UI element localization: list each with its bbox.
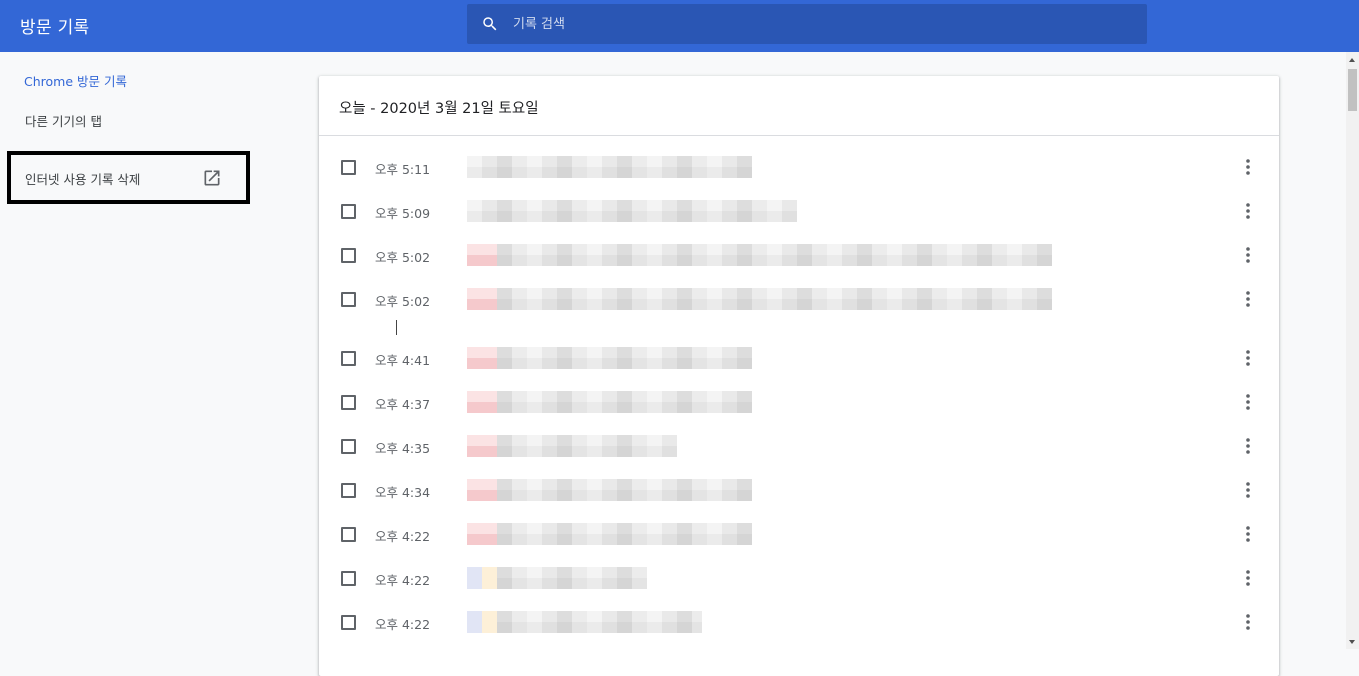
entry-time: 오후 4:22 bbox=[375, 573, 431, 588]
more-vert-icon[interactable] bbox=[1240, 480, 1256, 500]
more-vert-icon[interactable] bbox=[1240, 245, 1256, 265]
entry-time: 오후 4:37 bbox=[375, 397, 431, 412]
entry-title-link[interactable] bbox=[467, 479, 752, 501]
date-header: 오늘 - 2020년 3월 21일 토요일 bbox=[319, 76, 1279, 136]
favicon bbox=[467, 567, 497, 589]
favicon bbox=[467, 523, 497, 545]
favicon bbox=[467, 479, 497, 501]
history-row[interactable]: 오후 4:22 bbox=[319, 600, 1279, 644]
date-title: 오늘 - 2020년 3월 21일 토요일 bbox=[339, 101, 539, 117]
history-row[interactable]: 오후 4:35 bbox=[319, 424, 1279, 468]
entry-time: 오후 5:11 bbox=[375, 162, 431, 177]
entry-checkbox[interactable] bbox=[341, 292, 356, 307]
scroll-thumb[interactable] bbox=[1348, 69, 1357, 111]
more-vert-icon[interactable] bbox=[1240, 612, 1256, 632]
history-row[interactable]: 오후 5:02 bbox=[319, 233, 1279, 277]
history-row[interactable]: 오후 4:34 bbox=[319, 468, 1279, 512]
scrollbar[interactable] bbox=[1346, 52, 1359, 649]
entry-checkbox[interactable] bbox=[341, 571, 356, 586]
entry-title-link[interactable] bbox=[467, 611, 702, 633]
entry-time: 오후 4:22 bbox=[375, 617, 431, 632]
entry-title-link[interactable] bbox=[467, 523, 752, 545]
more-vert-icon[interactable] bbox=[1240, 568, 1256, 588]
toolbar: 방문 기록 bbox=[0, 0, 1359, 52]
entry-time: 오후 4:22 bbox=[375, 529, 431, 544]
entry-title-link[interactable] bbox=[467, 200, 797, 222]
entry-checkbox[interactable] bbox=[341, 395, 356, 410]
history-card: 오늘 - 2020년 3월 21일 토요일 오후 5:11 오후 5:09 오후… bbox=[319, 76, 1279, 676]
entry-time: 오후 4:41 bbox=[375, 353, 431, 368]
entry-checkbox[interactable] bbox=[341, 204, 356, 219]
entry-checkbox[interactable] bbox=[341, 248, 356, 263]
scroll-up-arrow-icon[interactable] bbox=[1349, 58, 1355, 62]
sidebar-item-chrome-history[interactable]: Chrome 방문 기록 bbox=[24, 71, 127, 90]
more-vert-icon[interactable] bbox=[1240, 436, 1256, 456]
clear-browsing-data-link[interactable]: 인터넷 사용 기록 삭제 bbox=[7, 151, 250, 204]
entry-checkbox[interactable] bbox=[341, 527, 356, 542]
history-row[interactable]: 오후 5:02 bbox=[319, 277, 1279, 321]
entry-time: 오후 5:09 bbox=[375, 206, 431, 221]
scroll-down-arrow-icon[interactable] bbox=[1349, 640, 1355, 644]
more-vert-icon[interactable] bbox=[1240, 392, 1256, 412]
history-row[interactable]: 오후 4:41 bbox=[319, 336, 1279, 380]
entry-title-link[interactable] bbox=[467, 391, 752, 413]
entry-time: 오후 5:02 bbox=[375, 294, 431, 309]
favicon bbox=[467, 611, 497, 633]
text-cursor bbox=[396, 320, 397, 335]
history-row[interactable]: 오후 4:22 bbox=[319, 512, 1279, 556]
favicon bbox=[467, 435, 497, 457]
more-vert-icon[interactable] bbox=[1240, 524, 1256, 544]
entry-time: 오후 5:02 bbox=[375, 250, 431, 265]
entry-checkbox[interactable] bbox=[341, 483, 356, 498]
more-vert-icon[interactable] bbox=[1240, 157, 1256, 177]
entry-checkbox[interactable] bbox=[341, 615, 356, 630]
history-row[interactable]: 오후 4:37 bbox=[319, 380, 1279, 424]
entry-title-link[interactable] bbox=[467, 244, 1052, 266]
history-row[interactable]: 오후 4:22 bbox=[319, 556, 1279, 600]
more-vert-icon[interactable] bbox=[1240, 289, 1256, 309]
favicon bbox=[467, 347, 497, 369]
open-in-new-icon bbox=[204, 170, 220, 186]
favicon bbox=[467, 288, 497, 310]
page-title: 방문 기록 bbox=[20, 18, 90, 38]
search-icon[interactable] bbox=[481, 15, 499, 33]
favicon bbox=[467, 244, 497, 266]
entry-time: 오후 4:34 bbox=[375, 485, 431, 500]
entry-time: 오후 4:35 bbox=[375, 441, 431, 456]
search-input[interactable] bbox=[513, 4, 1133, 44]
entry-title-link[interactable] bbox=[467, 347, 752, 369]
entry-title-link[interactable] bbox=[467, 435, 677, 457]
more-vert-icon[interactable] bbox=[1240, 348, 1256, 368]
entry-checkbox[interactable] bbox=[341, 351, 356, 366]
entry-checkbox[interactable] bbox=[341, 439, 356, 454]
history-row[interactable]: 오후 5:09 bbox=[319, 189, 1279, 233]
search-box[interactable] bbox=[467, 4, 1147, 44]
history-row[interactable]: 오후 5:11 bbox=[319, 145, 1279, 189]
favicon bbox=[467, 391, 497, 413]
entry-title-link[interactable] bbox=[467, 156, 752, 178]
sidebar-item-other-devices[interactable]: 다른 기기의 탭 bbox=[25, 111, 102, 130]
clear-browsing-data-label: 인터넷 사용 기록 삭제 bbox=[25, 172, 141, 187]
entry-title-link[interactable] bbox=[467, 288, 1052, 310]
more-vert-icon[interactable] bbox=[1240, 201, 1256, 221]
entry-checkbox[interactable] bbox=[341, 160, 356, 175]
